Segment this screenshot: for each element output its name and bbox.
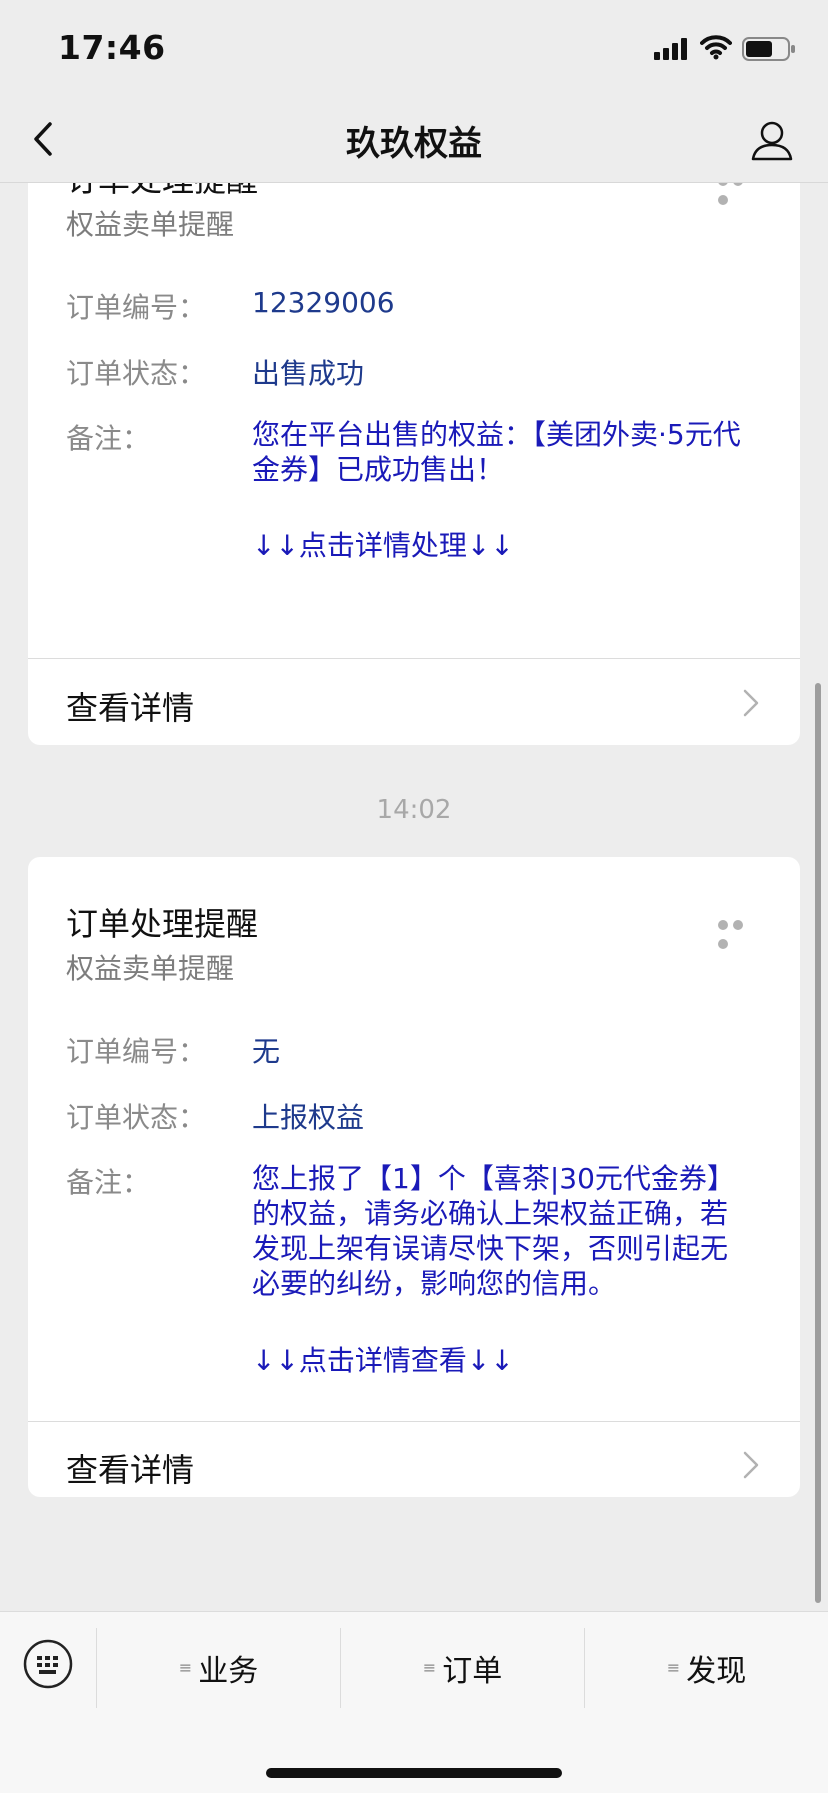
- note-label: 备注：: [66, 422, 151, 455]
- more-icon[interactable]: [718, 183, 762, 205]
- order-no-label: 订单编号：: [66, 1035, 207, 1068]
- keyboard-icon[interactable]: [22, 1638, 74, 1690]
- status-bar: 17:46: [0, 0, 828, 96]
- message-list[interactable]: 订单处理提醒 权益卖单提醒 订单编号： 12329006 订单状态： 出售成功 …: [0, 183, 828, 1611]
- wifi-icon: [700, 35, 732, 60]
- order-no-value: 无: [252, 1035, 281, 1068]
- order-status-label: 订单状态：: [66, 1101, 207, 1134]
- view-detail-link[interactable]: 查看详情: [66, 1445, 194, 1491]
- home-indicator: [266, 1768, 562, 1778]
- message-card[interactable]: 订单处理提醒 权益卖单提醒 订单编号： 无 订单状态： 上报权益 备注： 您上报…: [28, 857, 800, 1497]
- nav-bar: 玖玖权益: [0, 96, 828, 183]
- note-label: 备注：: [66, 1166, 151, 1199]
- card-title: 订单处理提醒: [66, 183, 258, 201]
- status-time: 17:46: [58, 28, 166, 67]
- action-hint: ↓↓点击详情处理↓↓: [252, 529, 514, 562]
- page-title: 玖玖权益: [346, 124, 482, 164]
- divider: [28, 1421, 800, 1422]
- chevron-right-icon: [743, 689, 759, 717]
- bottom-menu: ≡ 业务 ≡ 订单 ≡ 发现: [0, 1611, 828, 1793]
- menu-item-business[interactable]: ≡ 业务: [97, 1628, 340, 1708]
- signal-icon: [654, 38, 687, 60]
- action-hint: ↓↓点击详情查看↓↓: [252, 1344, 514, 1377]
- card-title: 订单处理提醒: [66, 905, 259, 943]
- card-subtitle: 权益卖单提醒: [66, 208, 235, 241]
- menu-list-icon: ≡: [666, 1658, 681, 1677]
- note-value: 您在平台出售的权益：【美团外卖·5元代金券】已成功售出！: [252, 418, 741, 486]
- menu-item-label: 发现: [686, 1654, 747, 1689]
- menu-item-label: 业务: [198, 1654, 259, 1689]
- divider: [28, 658, 800, 659]
- message-timestamp: 14:02: [376, 795, 452, 825]
- note-value: 您上报了【1】个【喜茶|30元代金券】的权益，请务必确认上架权益正确，若发现上架…: [252, 1162, 735, 1300]
- card-subtitle: 权益卖单提醒: [66, 952, 235, 985]
- order-status-value: 出售成功: [252, 357, 365, 390]
- message-card[interactable]: 订单处理提醒 权益卖单提醒 订单编号： 12329006 订单状态： 出售成功 …: [28, 183, 800, 745]
- order-no-label: 订单编号：: [66, 291, 207, 324]
- user-icon[interactable]: [750, 118, 794, 162]
- battery-icon: [742, 37, 795, 61]
- order-status-value: 上报权益: [252, 1101, 365, 1134]
- menu-list-icon: ≡: [422, 1658, 437, 1677]
- view-detail-link[interactable]: 查看详情: [66, 683, 194, 729]
- menu-item-orders[interactable]: ≡ 订单: [341, 1628, 584, 1708]
- menu-list-icon: ≡: [178, 1658, 193, 1677]
- order-no-value: 12329006: [252, 286, 395, 319]
- menu-item-discover[interactable]: ≡ 发现: [585, 1628, 828, 1708]
- more-icon[interactable]: [718, 915, 762, 949]
- order-status-label: 订单状态：: [66, 357, 207, 390]
- scrollbar[interactable]: [815, 683, 821, 1603]
- menu-item-label: 订单: [442, 1654, 503, 1689]
- chevron-right-icon: [743, 1451, 759, 1479]
